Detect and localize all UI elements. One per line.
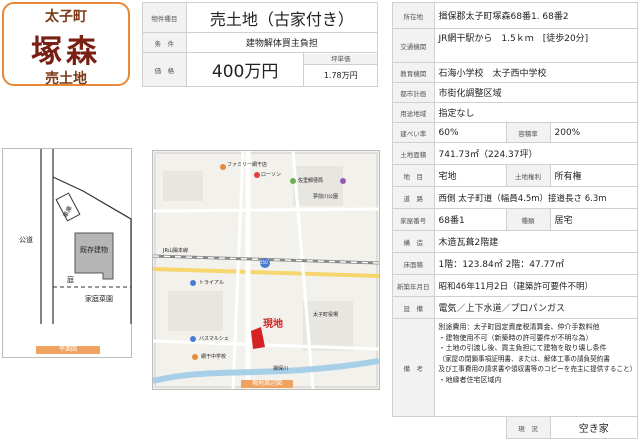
summary-condition: 建物解体買主負担 xyxy=(185,32,379,53)
value-remarks: 別途費用：太子町固定資産税清算金、仲介手数料他 ・建物使用不可（新築時の許可要件… xyxy=(433,318,638,417)
map-river-label: 揖保川 xyxy=(273,366,289,372)
map-poi-school: 網干中学校 xyxy=(201,354,227,360)
label-land-area: 土地面積 xyxy=(392,142,435,165)
map-rail-label: JR山陽本線 xyxy=(163,248,188,254)
remarks-line: ・建物使用不可（新築時の許可要件が不明な為） xyxy=(438,333,593,342)
label-status: 現 況 xyxy=(505,416,551,439)
map-poi-lawson: ローソン xyxy=(261,172,282,178)
title-card: 太子町 塚森 売土地 xyxy=(2,2,130,87)
summary-table: 物件種目 売土地（古家付き） 条 件 建物解体買主負担 価 格 400万円 坪単… xyxy=(142,2,379,87)
value-facilities: 電気／上下水道／プロパンガス xyxy=(433,296,638,319)
map-poi-townhall: 太子町役場 xyxy=(313,312,339,318)
label-land-category: 地 目 xyxy=(392,164,435,187)
value-building-kind: 居宅 xyxy=(549,208,638,231)
value-address: 揖保郡太子町塚森68番1. 68番2 xyxy=(433,2,638,29)
value-house-no: 68番1 xyxy=(433,208,507,231)
label-floor-ratio: 容積率 xyxy=(505,122,551,143)
unit-price-cell: 坪単価 1.78万円 xyxy=(303,52,378,87)
value-land-rights: 所有権 xyxy=(549,164,638,187)
value-structure: 木造瓦葺2階建 xyxy=(433,230,638,253)
unit-price-value: 1.78万円 xyxy=(323,70,358,80)
remarks-line: 及び工事費用の請求書や領収書等のコピーを売主に提供すること） xyxy=(438,365,637,374)
map-caption: 現地周辺図 xyxy=(241,380,293,388)
summary-label-type: 物件種目 xyxy=(142,2,187,33)
label-built-date: 新築年月日 xyxy=(392,274,435,297)
layout-plan-caption: 平面図 xyxy=(36,346,100,354)
value-planning: 市街化調整区域 xyxy=(433,82,638,103)
details-table: 所在地 揖保郡太子町塚森68番1. 68番2 交通機関 JR網干駅から 1.5ｋ… xyxy=(392,2,638,439)
remarks-line: ・土地の引渡し後、買主負担にて建物を取り壊し条件 xyxy=(438,344,607,353)
building-shape xyxy=(74,232,114,280)
label-coverage: 建ぺい率 xyxy=(392,122,435,143)
value-coverage: 60% xyxy=(433,122,507,143)
layout-plan-drawing xyxy=(40,149,132,324)
label-public-road: 公道 xyxy=(19,236,33,244)
label-building-kind: 種類 xyxy=(505,208,551,231)
label-house-no: 家屋番号 xyxy=(392,208,435,231)
map-poi-park: 夢前川公園 xyxy=(313,194,339,200)
label-facilities: 設 備 xyxy=(392,296,435,319)
label-address: 所在地 xyxy=(392,2,435,29)
summary-property-type: 売土地（古家付き） xyxy=(185,2,379,33)
value-school: 石海小学校 太子西中学校 xyxy=(433,62,638,83)
map-poi-trial: トライアル xyxy=(199,280,224,286)
title-area: 塚森 xyxy=(31,34,101,70)
unit-price-label: 坪単価 xyxy=(304,53,377,65)
value-zoning: 指定なし xyxy=(433,102,638,123)
remarks-line: ・地縁者住宅区域内 xyxy=(438,375,502,384)
map-poi-post: 佐里郵便局 xyxy=(298,178,324,184)
value-floor-area: 1階：123.84㎡ 2階：47.77㎡ xyxy=(433,252,638,275)
value-transport: JR網干駅から 1.5ｋｍ [徒歩20分] xyxy=(433,28,638,63)
map-poi-family: ファミリー網干店 xyxy=(227,162,268,168)
value-built-date: 昭和46年11月2日（建築許可要件不明） xyxy=(433,274,638,297)
map-drawing xyxy=(153,151,379,389)
label-remarks: 備 考 xyxy=(392,318,435,417)
blank-cell xyxy=(393,417,435,439)
value-status: 空き家 xyxy=(549,416,638,439)
summary-label-condition: 条 件 xyxy=(142,32,187,53)
label-building: 既存建物 xyxy=(80,246,108,254)
label-zoning: 用途地域 xyxy=(392,102,435,123)
remarks-line: （家屋の閉鎖事項証明書、または、解体工事の請負契約書 xyxy=(438,354,610,363)
title-town: 太子町 xyxy=(45,9,87,25)
value-land-area: 741.73㎡（224.37坪） xyxy=(433,142,638,165)
remarks-line: 別途費用：太子町固定資産税清算金、仲介手数料他 xyxy=(438,323,600,331)
label-planning: 都市計画 xyxy=(392,82,435,103)
value-floor-ratio: 200% xyxy=(549,122,638,143)
label-transport: 交通機関 xyxy=(392,28,435,63)
label-land-rights: 土地権利 xyxy=(505,164,551,187)
summary-price: 400万円 xyxy=(185,52,305,87)
label-yard: 庭 xyxy=(67,276,74,284)
value-road: 西側 太子町道（幅員4.5m）接道長さ 6.3m xyxy=(433,186,638,209)
label-structure: 構 造 xyxy=(392,230,435,253)
value-land-category: 宅地 xyxy=(433,164,507,187)
label-floor-area: 床面積 xyxy=(392,252,435,275)
map-route-number: 250 xyxy=(260,260,268,265)
map-poi-bus: バスマルシェ xyxy=(199,336,229,342)
label-school: 教育機関 xyxy=(392,62,435,83)
label-garden: 家庭菜園 xyxy=(85,295,113,303)
blank-cell xyxy=(434,417,506,439)
map-site-label: 現地 xyxy=(263,319,283,330)
area-map: 現地 ファミリー網干店 ローソン 佐里郵便局 夢前川公園 JR山陽本線 揖保川 … xyxy=(152,150,380,390)
summary-label-price: 価 格 xyxy=(142,52,187,87)
title-kind: 売土地 xyxy=(45,71,87,87)
label-road: 道 路 xyxy=(392,186,435,209)
layout-plan: 公道 車庫 既存建物 庭 家庭菜園 平面図 xyxy=(2,148,132,358)
